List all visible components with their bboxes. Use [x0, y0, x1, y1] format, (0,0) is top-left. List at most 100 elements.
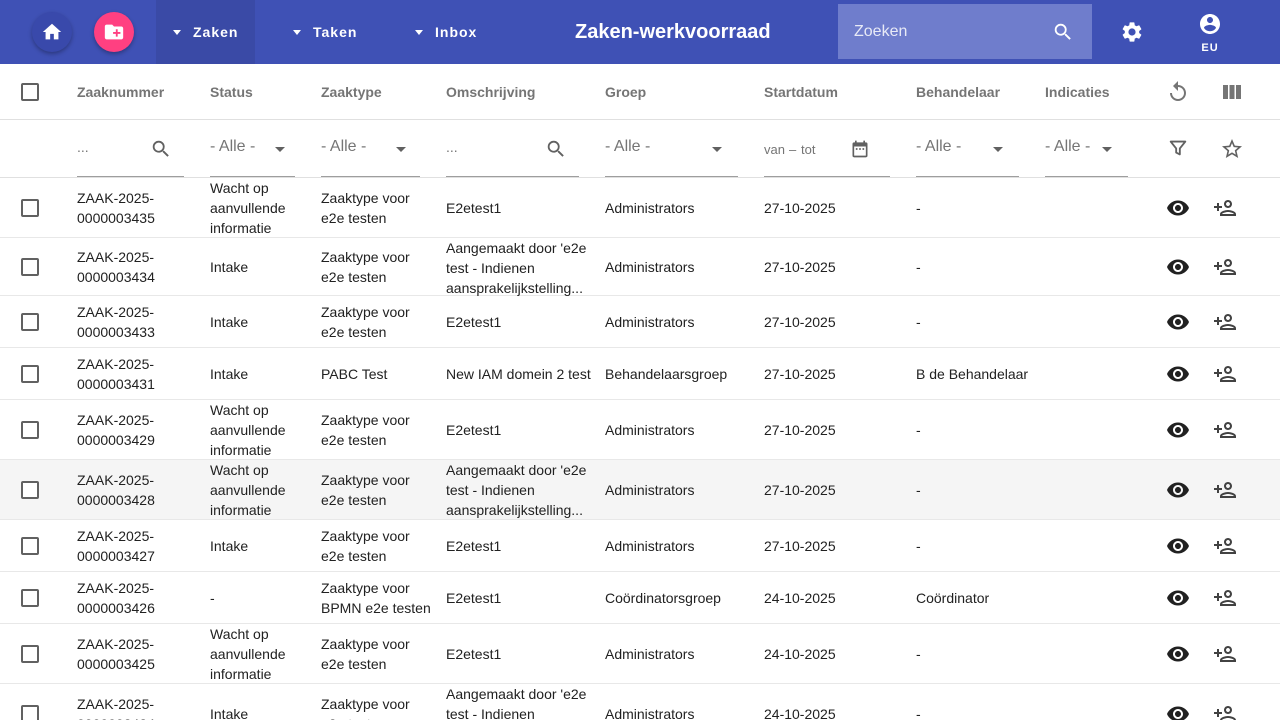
user-menu[interactable]: EU — [1196, 12, 1224, 54]
assign-user-icon[interactable] — [1213, 310, 1237, 334]
view-eye-icon[interactable] — [1166, 196, 1190, 220]
column-header-zaaktype[interactable]: Zaaktype — [321, 64, 382, 120]
behandelaar-cell: - — [916, 538, 921, 554]
row-checkbox[interactable] — [21, 258, 39, 276]
indicaties-filter-select[interactable]: - Alle - — [1045, 120, 1128, 177]
groep-filter-select[interactable]: - Alle - — [605, 120, 738, 177]
column-header-behandelaar[interactable]: Behandelaar — [916, 64, 1000, 120]
zaaknummer-cell: ZAAK-2025- 0000003426 — [77, 580, 155, 616]
status-cell: Intake — [210, 366, 249, 382]
assign-user-icon[interactable] — [1213, 362, 1237, 386]
table-row[interactable]: ZAAK-2025- 0000003429 Wacht op aanvullend… — [0, 400, 1280, 460]
omschrijving-filter-input[interactable] — [446, 139, 506, 155]
column-header-status[interactable]: Status — [210, 64, 253, 120]
startdatum-cell: 27-10-2025 — [764, 422, 836, 438]
assign-user-icon[interactable] — [1213, 255, 1237, 279]
nav-menu-zaken[interactable]: Zaken — [156, 0, 255, 64]
view-eye-icon[interactable] — [1166, 255, 1190, 279]
view-eye-icon[interactable] — [1166, 702, 1190, 720]
nav-menu-label: Inbox — [435, 24, 478, 40]
new-case-button[interactable] — [94, 12, 134, 52]
startdatum-cell: 27-10-2025 — [764, 314, 836, 330]
home-button[interactable] — [32, 12, 72, 52]
table-row[interactable]: ZAAK-2025- 0000003434 Intake Zaaktype voor… — [0, 238, 1280, 296]
column-header-startdatum[interactable]: Startdatum — [764, 64, 838, 120]
nav-menu-taken[interactable]: Taken — [276, 0, 376, 64]
groep-cell: Administrators — [605, 646, 695, 662]
assign-user-icon[interactable] — [1213, 702, 1237, 720]
row-checkbox[interactable] — [21, 481, 39, 499]
settings-gear-icon[interactable] — [1120, 20, 1144, 44]
table-row[interactable]: ZAAK-2025- 0000003431 Intake PABC Test New … — [0, 348, 1280, 400]
row-checkbox[interactable] — [21, 645, 39, 663]
row-checkbox[interactable] — [21, 537, 39, 555]
zaaktype-filter-select[interactable]: - Alle - — [321, 120, 420, 177]
column-header-groep[interactable]: Groep — [605, 64, 646, 120]
status-cell: Wacht op aanvullende informatie — [210, 462, 286, 518]
view-eye-icon[interactable] — [1166, 418, 1190, 442]
view-eye-icon[interactable] — [1166, 362, 1190, 386]
zaaknummer-cell: ZAAK-2025- 0000003428 — [77, 472, 155, 508]
table-row[interactable]: ZAAK-2025- 0000003425 Wacht op aanvullend… — [0, 624, 1280, 684]
row-checkbox[interactable] — [21, 705, 39, 720]
search-input[interactable] — [838, 22, 1038, 41]
reset-icon[interactable] — [1166, 80, 1190, 104]
view-eye-icon[interactable] — [1166, 586, 1190, 610]
zaaktype-filter-value: - Alle - — [321, 138, 367, 155]
zaaknummer-filter-input[interactable] — [77, 139, 137, 155]
date-range-separator: – — [789, 142, 797, 157]
status-cell: Intake — [210, 259, 249, 275]
row-checkbox[interactable] — [21, 313, 39, 331]
search-icon[interactable] — [545, 138, 567, 160]
assign-user-icon[interactable] — [1213, 418, 1237, 442]
table-row[interactable]: ZAAK-2025- 0000003424 Intake Zaaktype voor… — [0, 684, 1280, 720]
view-eye-icon[interactable] — [1166, 478, 1190, 502]
page-title: Zaken-werkvoorraad — [575, 21, 771, 43]
nav-menu-label: Zaken — [193, 24, 239, 40]
startdatum-cell: 27-10-2025 — [764, 200, 836, 216]
status-filter-select[interactable]: - Alle - — [210, 120, 295, 177]
column-toggle-icon[interactable] — [1220, 80, 1244, 104]
dropdown-arrow-icon — [993, 147, 1003, 152]
table-row[interactable]: ZAAK-2025- 0000003426 - Zaaktype voor BPMN… — [0, 572, 1280, 624]
zaaktype-cell: PABC Test — [321, 366, 388, 382]
view-eye-icon[interactable] — [1166, 642, 1190, 666]
startdatum-cell: 27-10-2025 — [764, 482, 836, 498]
star-icon[interactable] — [1220, 137, 1244, 161]
search-icon[interactable] — [150, 138, 172, 160]
zaaktype-cell: Zaaktype voor e2e testen — [321, 472, 410, 508]
groep-cell: Administrators — [605, 259, 695, 275]
column-header-omschrijving[interactable]: Omschrijving — [446, 64, 535, 120]
view-eye-icon[interactable] — [1166, 310, 1190, 334]
calendar-icon[interactable] — [850, 139, 870, 159]
table-row[interactable]: ZAAK-2025- 0000003435 Wacht op aanvullend… — [0, 178, 1280, 238]
row-checkbox[interactable] — [21, 589, 39, 607]
assign-user-icon[interactable] — [1213, 196, 1237, 220]
zaaknummer-cell: ZAAK-2025- 0000003427 — [77, 528, 155, 564]
behandelaar-filter-select[interactable]: - Alle - — [916, 120, 1019, 177]
column-header-zaaknummer[interactable]: Zaaknummer — [77, 64, 164, 120]
table-row[interactable]: ZAAK-2025- 0000003427 Intake Zaaktype voor… — [0, 520, 1280, 572]
column-header-indicaties[interactable]: Indicaties — [1045, 64, 1110, 120]
assign-user-icon[interactable] — [1213, 586, 1237, 610]
row-checkbox[interactable] — [21, 199, 39, 217]
nav-menu-inbox[interactable]: Inbox — [398, 0, 498, 64]
zaaknummer-cell: ZAAK-2025- 0000003429 — [77, 412, 155, 448]
omschrijving-cell: E2etest1 — [446, 200, 502, 216]
nav-menu-label: Taken — [313, 24, 358, 40]
row-checkbox[interactable] — [21, 421, 39, 439]
row-checkbox[interactable] — [21, 365, 39, 383]
startdatum-cell: 24-10-2025 — [764, 646, 836, 662]
filter-icon[interactable] — [1167, 137, 1189, 159]
startdatum-cell: 27-10-2025 — [764, 259, 836, 275]
omschrijving-cell: E2etest1 — [446, 314, 502, 330]
view-eye-icon[interactable] — [1166, 534, 1190, 558]
table-row[interactable]: ZAAK-2025- 0000003428 Wacht op aanvullend… — [0, 460, 1280, 520]
assign-user-icon[interactable] — [1213, 534, 1237, 558]
search-icon[interactable] — [1052, 21, 1074, 43]
assign-user-icon[interactable] — [1213, 642, 1237, 666]
startdatum-filter[interactable]: van – tot — [764, 120, 890, 177]
table-row[interactable]: ZAAK-2025- 0000003433 Intake Zaaktype voor… — [0, 296, 1280, 348]
select-all-checkbox[interactable] — [21, 83, 39, 101]
assign-user-icon[interactable] — [1213, 478, 1237, 502]
